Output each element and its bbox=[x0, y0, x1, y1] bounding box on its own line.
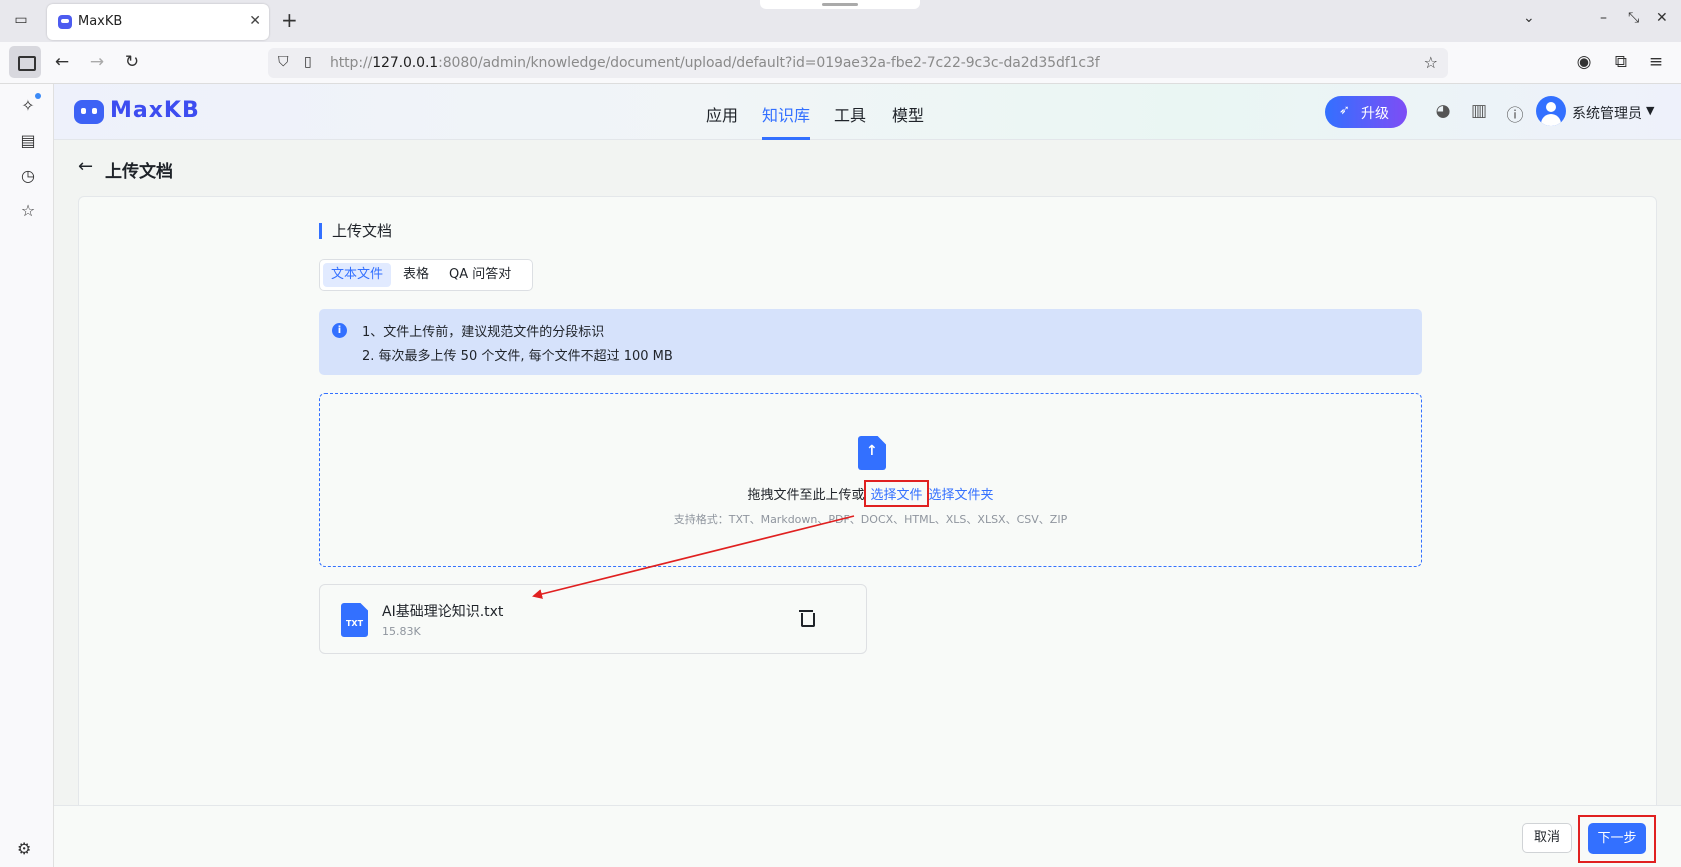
file-type-tabs: 文本文件 表格 QA 问答对 bbox=[319, 259, 533, 291]
menu-icon[interactable]: ≡ bbox=[1645, 52, 1667, 72]
nav-item-models[interactable]: 模型 bbox=[892, 102, 924, 126]
docs-book-icon[interactable]: ▥ bbox=[1468, 101, 1490, 121]
address-bar[interactable]: ⛉ ▯ http://127.0.0.1:8080/admin/knowledg… bbox=[268, 48, 1448, 78]
url-text[interactable]: http://127.0.0.1:8080/admin/knowledge/do… bbox=[330, 55, 1100, 71]
synced-tabs-icon[interactable]: ▤ bbox=[17, 131, 39, 150]
tab-overflow-chevron-icon[interactable]: ⌄ bbox=[1523, 10, 1535, 26]
maxkb-app: MaxKB 应用 知识库 工具 模型 ➶ 升级 ◕ ▥ ⓘ 系统管理员 ▼ ← … bbox=[54, 84, 1681, 867]
tab-title: MaxKB bbox=[78, 14, 123, 29]
reload-icon[interactable]: ↻ bbox=[121, 52, 143, 72]
extensions-icon[interactable]: ⧉ bbox=[1610, 52, 1632, 72]
settings-gear-icon[interactable]: ⚙ bbox=[17, 839, 31, 858]
active-nav-underline bbox=[762, 137, 810, 140]
tab-qa-pairs[interactable]: QA 问答对 bbox=[441, 263, 519, 287]
upload-tips-alert: i 1、文件上传前，建议规范文件的分段标识 2. 每次最多上传 50 个文件, … bbox=[319, 309, 1422, 375]
tab-list-icon[interactable]: ▭ bbox=[11, 10, 31, 30]
file-size: 15.83K bbox=[382, 625, 421, 638]
forward-icon[interactable]: → bbox=[86, 52, 108, 72]
rocket-icon: ➶ bbox=[1339, 103, 1350, 118]
nav-item-knowledge[interactable]: 知识库 bbox=[762, 102, 810, 126]
app-header: MaxKB 应用 知识库 工具 模型 ➶ 升级 ◕ ▥ ⓘ 系统管理员 ▼ bbox=[54, 84, 1681, 140]
back-arrow-icon[interactable]: ← bbox=[78, 156, 93, 177]
file-name: AI基础理论知识.txt bbox=[382, 604, 504, 620]
delete-trash-icon[interactable] bbox=[798, 609, 815, 627]
maxkb-favicon-icon bbox=[58, 15, 72, 29]
username[interactable]: 系统管理员 bbox=[1572, 103, 1642, 123]
select-folder-link[interactable]: 选择文件夹 bbox=[929, 488, 994, 503]
back-icon[interactable]: ← bbox=[51, 52, 73, 72]
select-file-highlight: 选择文件 bbox=[864, 480, 929, 507]
shield-icon[interactable]: ⛉ bbox=[278, 54, 289, 70]
user-avatar[interactable] bbox=[1536, 96, 1566, 126]
bookmark-star-icon[interactable]: ☆ bbox=[1424, 53, 1438, 72]
robot-logo-icon bbox=[74, 100, 104, 124]
info-icon: i bbox=[332, 323, 347, 338]
tip-line-2: 2. 每次最多上传 50 个文件, 每个文件不超过 100 MB bbox=[362, 349, 673, 364]
sidebar-toggle-icon[interactable] bbox=[9, 46, 41, 78]
account-icon[interactable]: ◉ bbox=[1573, 52, 1595, 72]
window-close-icon[interactable]: ✕ bbox=[1656, 10, 1668, 26]
upgrade-label: 升级 bbox=[1361, 106, 1389, 122]
file-dropzone[interactable]: 拖拽文件至此上传或选择文件选择文件夹 支持格式：TXT、Markdown、PDF… bbox=[319, 393, 1422, 567]
minimize-icon[interactable]: – bbox=[1600, 10, 1607, 26]
logo-text: MaxKB bbox=[110, 98, 200, 123]
browser-tab[interactable]: MaxKB ✕ bbox=[47, 4, 269, 40]
tab-close-icon[interactable]: ✕ bbox=[249, 13, 261, 29]
browser-sidebar: ✧ ▤ ◷ ☆ ⚙ bbox=[0, 84, 54, 867]
txt-file-icon: TXT bbox=[341, 603, 368, 637]
nav-item-tools[interactable]: 工具 bbox=[834, 102, 866, 126]
notification-dot bbox=[35, 93, 41, 99]
new-tab-icon[interactable]: + bbox=[281, 8, 298, 32]
browser-nav-bar: ← → ↻ ⛉ ▯ http://127.0.0.1:8080/admin/kn… bbox=[0, 42, 1681, 84]
upload-card: 上传文档 文本文件 表格 QA 问答对 i 1、文件上传前，建议规范文件的分段标… bbox=[78, 196, 1657, 816]
uploaded-file-card: TXT AI基础理论知识.txt 15.83K bbox=[319, 584, 867, 654]
supported-formats: 支持格式：TXT、Markdown、PDF、DOCX、HTML、XLS、XLSX… bbox=[673, 513, 1068, 526]
dropzone-prompt: 拖拽文件至此上传或 选择文件 选择文件夹 bbox=[320, 480, 1421, 507]
nav-item-apps[interactable]: 应用 bbox=[706, 102, 738, 126]
bookmarks-icon[interactable]: ☆ bbox=[17, 201, 39, 220]
cancel-button[interactable]: 取消 bbox=[1522, 823, 1572, 853]
browser-tab-bar: ▭ MaxKB ✕ + ⌄ – ⤡ ✕ bbox=[0, 0, 1681, 42]
select-file-link[interactable]: 选择文件 bbox=[870, 488, 922, 503]
help-icon[interactable]: ⓘ bbox=[1504, 101, 1526, 126]
page-info-icon[interactable]: ▯ bbox=[304, 54, 312, 70]
window-drag-handle[interactable] bbox=[760, 0, 920, 9]
footer-bar: 取消 下一步 bbox=[54, 805, 1681, 867]
section-title: 上传文档 bbox=[319, 223, 392, 239]
dropzone-prompt-text: 拖拽文件至此上传或 bbox=[747, 488, 865, 503]
tab-table[interactable]: 表格 bbox=[395, 263, 437, 287]
ai-sparkle-icon[interactable]: ✧ bbox=[17, 96, 39, 115]
tip-line-1: 1、文件上传前，建议规范文件的分段标识 bbox=[362, 325, 605, 340]
next-step-button[interactable]: 下一步 bbox=[1588, 823, 1646, 854]
history-icon[interactable]: ◷ bbox=[17, 166, 39, 185]
upload-file-icon bbox=[858, 436, 886, 470]
restore-icon[interactable]: ⤡ bbox=[1628, 10, 1639, 26]
upgrade-button[interactable]: ➶ 升级 bbox=[1325, 96, 1407, 128]
caret-down-icon[interactable]: ▼ bbox=[1646, 104, 1654, 117]
tab-text-file[interactable]: 文本文件 bbox=[323, 263, 392, 287]
github-icon[interactable]: ◕ bbox=[1432, 101, 1454, 121]
page-title: 上传文档 bbox=[105, 162, 173, 182]
